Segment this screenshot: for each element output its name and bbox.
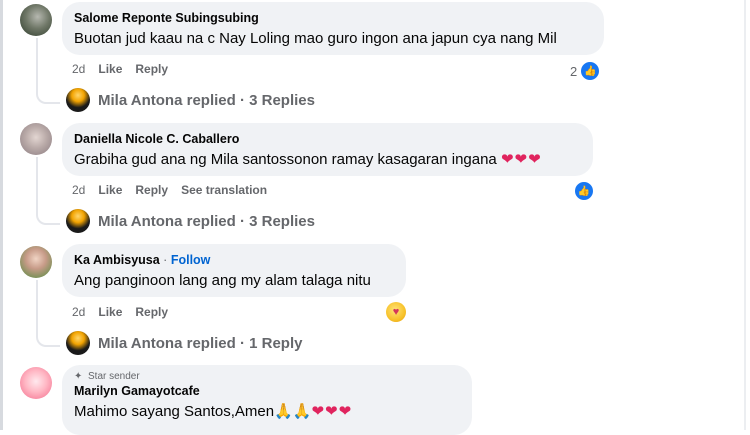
- heart-icon: ❤❤❤: [311, 403, 353, 420]
- star-icon: ✦: [74, 371, 83, 382]
- heart-icon: ❤❤❤: [500, 151, 542, 168]
- comment-timestamp[interactable]: 2d: [72, 62, 85, 76]
- care-icon[interactable]: ♥: [386, 302, 406, 322]
- like-icon: 👍: [579, 60, 602, 82]
- comment-text: Buotan jud kaau na c Nay Loling mao guro…: [74, 30, 557, 47]
- comment-text: Grabiha gud ana ng Mila santossonon rama…: [74, 150, 581, 170]
- thread-line: [36, 38, 38, 86]
- reply-button[interactable]: Reply: [135, 305, 168, 319]
- avatar: [66, 209, 90, 233]
- see-translation-button[interactable]: See translation: [181, 183, 267, 197]
- thread-line: [36, 157, 38, 207]
- comment-timestamp[interactable]: 2d: [72, 305, 85, 319]
- comment-actions: 2d Like Reply: [72, 305, 168, 319]
- reaction-summary[interactable]: 👍: [573, 180, 595, 202]
- comment-actions: 2d Like Reply: [72, 62, 168, 76]
- like-button[interactable]: Like: [98, 183, 122, 197]
- avatar[interactable]: [20, 123, 52, 155]
- comment-actions: 2d Like Reply See translation: [72, 183, 267, 197]
- comment-author-line: Ka Ambisyusa · Follow: [74, 252, 394, 268]
- like-button[interactable]: Like: [98, 62, 122, 76]
- pray-icon: 🙏🙏: [274, 403, 312, 420]
- comment-bubble: ✦ Star sender Marilyn Gamayotcafe Mahimo …: [62, 365, 472, 435]
- window-left-edge: [0, 0, 3, 430]
- comment-text: Mahimo sayang Santos,Amen🙏🙏❤❤❤: [74, 402, 460, 422]
- comment-author[interactable]: Daniella Nicole C. Caballero: [74, 131, 581, 147]
- comment-author[interactable]: Marilyn Gamayotcafe: [74, 383, 460, 399]
- avatar[interactable]: [20, 4, 52, 36]
- comment-bubble: Ka Ambisyusa · Follow Ang panginoon lang…: [62, 244, 406, 297]
- replies-label: Mila Antona replied · 3 Replies: [98, 91, 315, 109]
- comment-text-body: Mahimo sayang Santos,Amen: [74, 403, 275, 420]
- badge-label: Star sender: [88, 371, 140, 382]
- comment-bubble: Salome Reponte Subingsubing Buotan jud k…: [62, 2, 604, 55]
- follow-button[interactable]: Follow: [171, 253, 211, 267]
- avatar: [66, 331, 90, 355]
- comment-text: Ang panginoon lang ang my alam talaga ni…: [74, 272, 371, 289]
- scrollbar-track[interactable]: [744, 0, 746, 430]
- reply-button[interactable]: Reply: [135, 62, 168, 76]
- comment-author[interactable]: Ka Ambisyusa: [74, 253, 160, 267]
- view-replies-button[interactable]: Mila Antona replied · 3 Replies: [66, 88, 315, 112]
- view-replies-button[interactable]: Mila Antona replied · 1 Reply: [66, 331, 302, 355]
- like-icon: 👍: [573, 180, 595, 202]
- star-sender-badge: ✦ Star sender: [74, 371, 460, 383]
- reply-button[interactable]: Reply: [135, 183, 168, 197]
- separator: ·: [163, 253, 168, 267]
- view-replies-button[interactable]: Mila Antona replied · 3 Replies: [66, 209, 315, 233]
- reaction-summary[interactable]: 2 👍: [570, 60, 602, 82]
- comment-author[interactable]: Salome Reponte Subingsubing: [74, 10, 592, 26]
- thread-curve: [36, 84, 60, 104]
- comment-text-body: Grabiha gud ana ng Mila santossonon rama…: [74, 151, 497, 168]
- like-button[interactable]: Like: [98, 305, 122, 319]
- reaction-count: 2: [570, 63, 578, 79]
- comment-bubble: Daniella Nicole C. Caballero Grabiha gud…: [62, 123, 593, 176]
- avatar[interactable]: [20, 246, 52, 278]
- thread-curve: [36, 205, 60, 225]
- comment-timestamp[interactable]: 2d: [72, 183, 85, 197]
- avatar[interactable]: [20, 367, 52, 399]
- replies-label: Mila Antona replied · 1 Reply: [98, 334, 303, 352]
- thread-curve: [36, 327, 60, 347]
- avatar: [66, 88, 90, 112]
- replies-label: Mila Antona replied · 3 Replies: [98, 212, 315, 230]
- thread-line: [36, 280, 38, 330]
